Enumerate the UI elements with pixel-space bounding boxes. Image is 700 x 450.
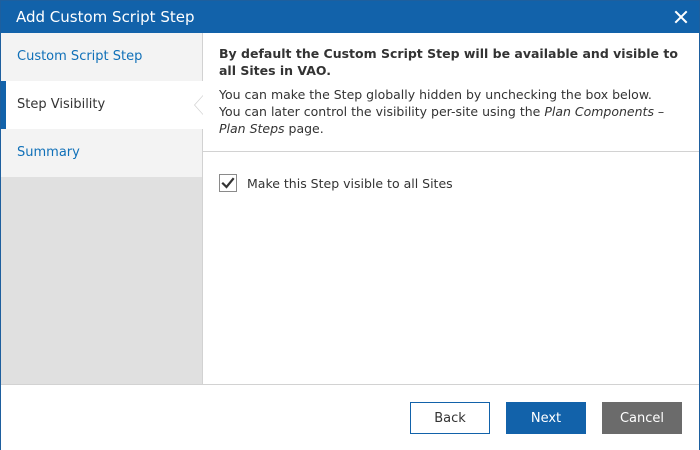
close-button[interactable] <box>671 7 691 27</box>
visible-to-all-sites-label: Make this Step visible to all Sites <box>247 176 453 191</box>
intro-line-2-suffix: page. <box>284 121 324 136</box>
sidebar-item-label: Step Visibility <box>17 97 106 112</box>
content-divider <box>203 151 699 152</box>
next-button[interactable]: Next <box>506 402 586 434</box>
step-content: By default the Custom Script Step will b… <box>203 33 699 384</box>
intro-line-2-prefix: You can later control the visibility per… <box>219 104 545 119</box>
sidebar-item-label: Custom Script Step <box>17 49 143 64</box>
back-button[interactable]: Back <box>410 402 490 434</box>
dialog-titlebar: Add Custom Script Step <box>1 1 699 33</box>
close-icon <box>674 10 688 24</box>
cancel-button[interactable]: Cancel <box>602 402 682 434</box>
sidebar-item-custom-script-step[interactable]: Custom Script Step <box>1 33 202 81</box>
active-step-pointer <box>195 96 203 114</box>
dialog-title: Add Custom Script Step <box>16 8 195 26</box>
active-step-indicator <box>1 81 6 129</box>
visible-to-all-sites-checkbox[interactable] <box>219 174 237 192</box>
visible-to-all-sites-option[interactable]: Make this Step visible to all Sites <box>219 174 579 194</box>
intro-line-1: You can make the Step globally hidden by… <box>219 87 652 102</box>
sidebar-item-label: Summary <box>17 145 80 160</box>
intro-heading: By default the Custom Script Step will b… <box>219 46 678 78</box>
checkmark-icon <box>221 177 235 189</box>
wizard-sidebar: Custom Script Step Step Visibility Summa… <box>1 33 203 384</box>
intro-description: You can make the Step globally hidden by… <box>219 86 689 137</box>
sidebar-item-step-visibility[interactable]: Step Visibility <box>1 81 203 129</box>
sidebar-item-summary[interactable]: Summary <box>1 129 202 177</box>
dialog-footer: Back Next Cancel <box>1 384 699 450</box>
add-custom-script-step-dialog: Add Custom Script Step Custom Script Ste… <box>0 0 700 450</box>
